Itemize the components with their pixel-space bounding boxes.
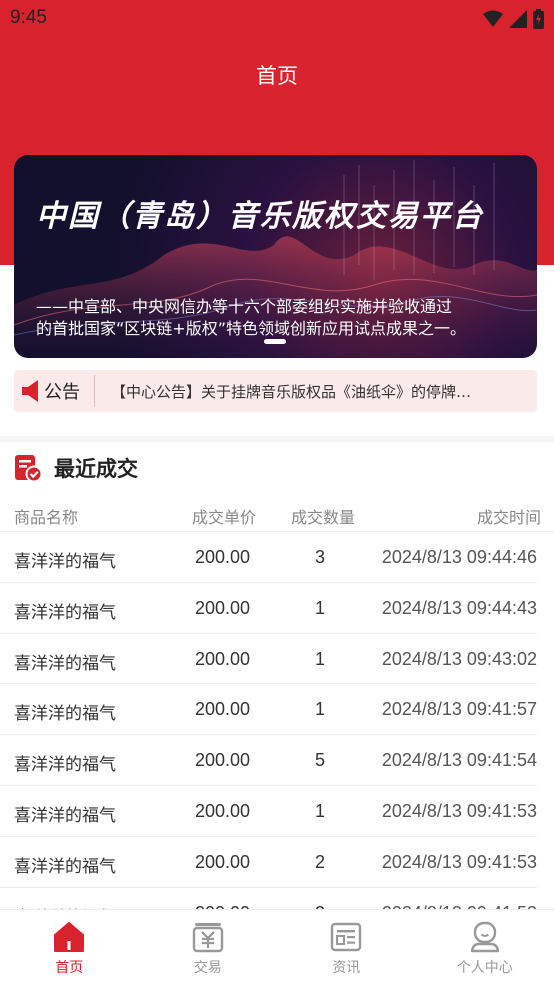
cell-qty: 1 [315,699,326,720]
cell-qty: 3 [315,547,326,567]
tab-home-label: 首页 [55,960,84,976]
cell-price: 200.00 [195,800,251,821]
notice-label: 公告 [14,375,95,407]
status-time: 9:45 [10,7,47,28]
cell-time: 2024/8/13 09:41:54 [381,750,537,771]
banner-subtitle-line1: ——中宣部、中央网信办等十六个部委组织实施并验收通过 [36,297,453,316]
table-row: 喜洋洋的福气 200.00 5 2024/8/13 09:41:54 [0,735,537,786]
col-header-price: 成交单价 [192,508,257,527]
table-row: 喜洋洋的福气 200.00 1 2024/8/13 09:41:53 [0,786,537,837]
notice-label-text: 公告 [44,382,80,403]
cell-qty: 1 [315,597,326,618]
banner-subtitle-line2: 的首批国家“区块链+版权”特色领域创新应用试点成果之一。 [36,319,466,338]
trade-icon [192,923,223,953]
cell-name: 喜洋洋的福气 [14,552,116,572]
cell-time: 2024/8/13 09:41:53 [381,851,537,872]
cell-time: 2024/8/13 09:43:02 [381,648,537,669]
cell-qty: 2 [315,851,326,872]
cell-name: 喜洋洋的福气 [14,704,116,725]
cell-name: 喜洋洋的福气 [14,653,116,674]
status-bar: 9:45 [0,0,554,38]
tab-trade[interactable]: 交易 [139,910,278,984]
cell-price: 200.00 [195,699,251,720]
table-row: 喜洋洋的福气 200.00 1 2024/8/13 09:44:43 [0,583,537,634]
table-row: 喜洋洋的福气 200.00 2 2024/8/13 09:41:53 [0,837,537,888]
page-title: 首页 [256,64,298,88]
home-icon [54,922,85,952]
notice-bar[interactable]: 公告 【中心公告】关于挂牌音乐版权品《油纸伞》的停牌… [14,370,537,412]
table-row: 喜洋洋的福气 200.00 1 2024/8/13 09:43:02 [0,634,537,685]
cell-name: 喜洋洋的福气 [14,805,116,826]
trade-record-icon [15,455,42,482]
carousel-indicator[interactable] [264,339,286,344]
news-icon [331,922,362,952]
tab-home[interactable]: 首页 [0,910,139,984]
wifi-icon [483,10,503,27]
table-header: 商品名称 成交单价 成交数量 成交时间 [0,500,554,532]
status-icons [483,9,544,29]
col-header-qty: 成交数量 [291,508,356,527]
cell-time: 2024/8/13 09:41:57 [381,699,537,720]
table-row: 喜洋洋的福气 200.00 3 2024/8/13 09:44:46 [0,532,537,583]
bottom-tab-bar: 首页 交易 资讯 个人中心 [0,909,554,984]
col-header-time: 成交时间 [476,508,541,527]
battery-icon [533,9,544,29]
cell-name: 喜洋洋的福气 [14,856,116,877]
cell-name: 喜洋洋的福气 [14,602,116,623]
megaphone-icon [22,380,38,402]
cell-qty: 1 [315,648,326,669]
profile-icon [470,921,499,953]
tab-profile-label: 个人中心 [456,960,513,976]
tab-profile[interactable]: 个人中心 [416,910,554,984]
cell-time: 2024/8/13 09:44:43 [381,597,537,618]
tab-news-label: 资讯 [332,960,361,976]
cell-price: 200.00 [195,851,251,872]
table-row: 喜洋洋的福气 200.00 1 2024/8/13 09:41:57 [0,684,537,736]
cell-price: 200.00 [195,750,251,771]
banner-subtitle: ——中宣部、中央网信办等十六个部委组织实施并验收通过 的首批国家“区块链+版权”… [36,296,466,340]
cell-price: 200.00 [195,597,251,618]
section-title: 最近成交 [54,457,138,481]
banner-title: 中国（青岛）音乐版权交易平台 [36,199,484,234]
tab-trade-label: 交易 [193,960,222,976]
recent-trades-header: 最近成交 [14,453,138,483]
section-divider [0,436,554,442]
banner-carousel[interactable]: 中国（青岛）音乐版权交易平台 ——中宣部、中央网信办等十六个部委组织实施并验收通… [14,155,537,358]
signal-icon [509,10,527,28]
cell-qty: 5 [315,750,326,771]
trades-table: 喜洋洋的福气 200.00 3 2024/8/13 09:44:46 喜洋洋的福… [0,532,554,939]
cell-qty: 1 [315,800,326,821]
cell-price: 200.00 [195,648,251,669]
tab-news[interactable]: 资讯 [277,910,416,984]
cell-price: 200.00 [195,547,251,567]
notice-text[interactable]: 【中心公告】关于挂牌音乐版权品《油纸伞》的停牌… [111,381,501,402]
cell-name: 喜洋洋的福气 [14,755,116,776]
cell-time: 2024/8/13 09:44:46 [381,547,537,567]
col-header-name: 商品名称 [14,508,79,527]
cell-time: 2024/8/13 09:41:53 [381,800,537,821]
